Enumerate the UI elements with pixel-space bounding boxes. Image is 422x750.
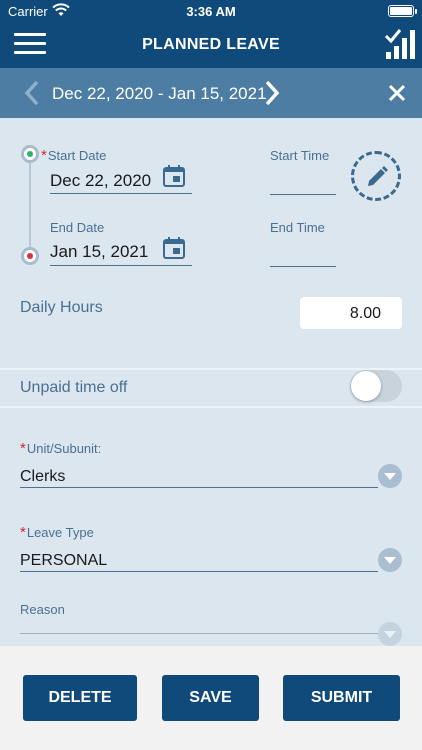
- end-dot-icon: [21, 247, 39, 265]
- reason-select[interactable]: [20, 618, 378, 634]
- unit-select[interactable]: Clerks: [20, 468, 65, 486]
- close-icon[interactable]: [388, 84, 406, 107]
- calendar-icon[interactable]: [162, 236, 186, 265]
- chevron-down-icon[interactable]: [378, 622, 402, 646]
- leave-type-select[interactable]: PERSONAL: [20, 552, 107, 570]
- unit-label: *Unit/Subunit:: [20, 440, 102, 457]
- status-bar: Carrier 3:36 AM: [0, 0, 422, 22]
- chevron-left-icon[interactable]: [24, 80, 40, 111]
- section-divider: [0, 406, 422, 408]
- reason-label: Reason: [20, 602, 65, 617]
- submit-button[interactable]: SUBMIT: [283, 675, 400, 721]
- date-timeline: [29, 160, 31, 250]
- toggle-knob: [351, 371, 381, 401]
- page-title: PLANNED LEAVE: [142, 36, 280, 53]
- edit-icon[interactable]: [351, 151, 401, 201]
- end-time-label: End Time: [270, 220, 325, 235]
- daily-hours-label: Daily Hours: [20, 299, 103, 316]
- chevron-down-icon[interactable]: [378, 548, 402, 572]
- start-time-underline: [270, 194, 336, 195]
- reason-underline: [20, 633, 378, 634]
- start-time-label: Start Time: [270, 148, 330, 163]
- save-button[interactable]: SAVE: [162, 675, 259, 721]
- section-divider: [0, 368, 422, 370]
- calendar-icon[interactable]: [162, 164, 186, 193]
- end-date-underline: [50, 265, 192, 266]
- leave-type-underline: [20, 571, 378, 572]
- unpaid-label: Unpaid time off: [20, 379, 128, 396]
- leave-type-label: *Leave Type: [20, 524, 94, 541]
- daily-hours-input[interactable]: 8.00: [300, 297, 402, 329]
- delete-button[interactable]: DELETE: [23, 675, 137, 721]
- date-range-label: Dec 22, 2020 - Jan 15, 2021: [52, 84, 267, 103]
- unpaid-toggle[interactable]: [350, 370, 402, 402]
- start-time-field[interactable]: [270, 172, 336, 194]
- clock-time: 3:36 AM: [186, 4, 236, 19]
- start-date-label: *Start Date: [41, 147, 107, 164]
- start-date-underline: [50, 193, 192, 194]
- start-date-field[interactable]: Dec 22, 2020: [50, 171, 151, 191]
- date-range-bar: Dec 22, 2020 - Jan 15, 2021: [0, 68, 422, 118]
- chevron-down-icon[interactable]: [378, 464, 402, 488]
- nav-bar: PLANNED LEAVE: [0, 22, 422, 68]
- report-chart-icon[interactable]: [384, 26, 416, 60]
- start-dot-icon: [21, 145, 39, 163]
- battery-icon: [388, 5, 417, 17]
- end-date-field[interactable]: Jan 15, 2021: [50, 242, 148, 262]
- chevron-right-icon[interactable]: [264, 80, 280, 111]
- unit-underline: [20, 487, 378, 488]
- end-date-label: End Date: [50, 220, 105, 235]
- end-time-field[interactable]: [270, 244, 336, 266]
- end-time-underline: [270, 266, 336, 267]
